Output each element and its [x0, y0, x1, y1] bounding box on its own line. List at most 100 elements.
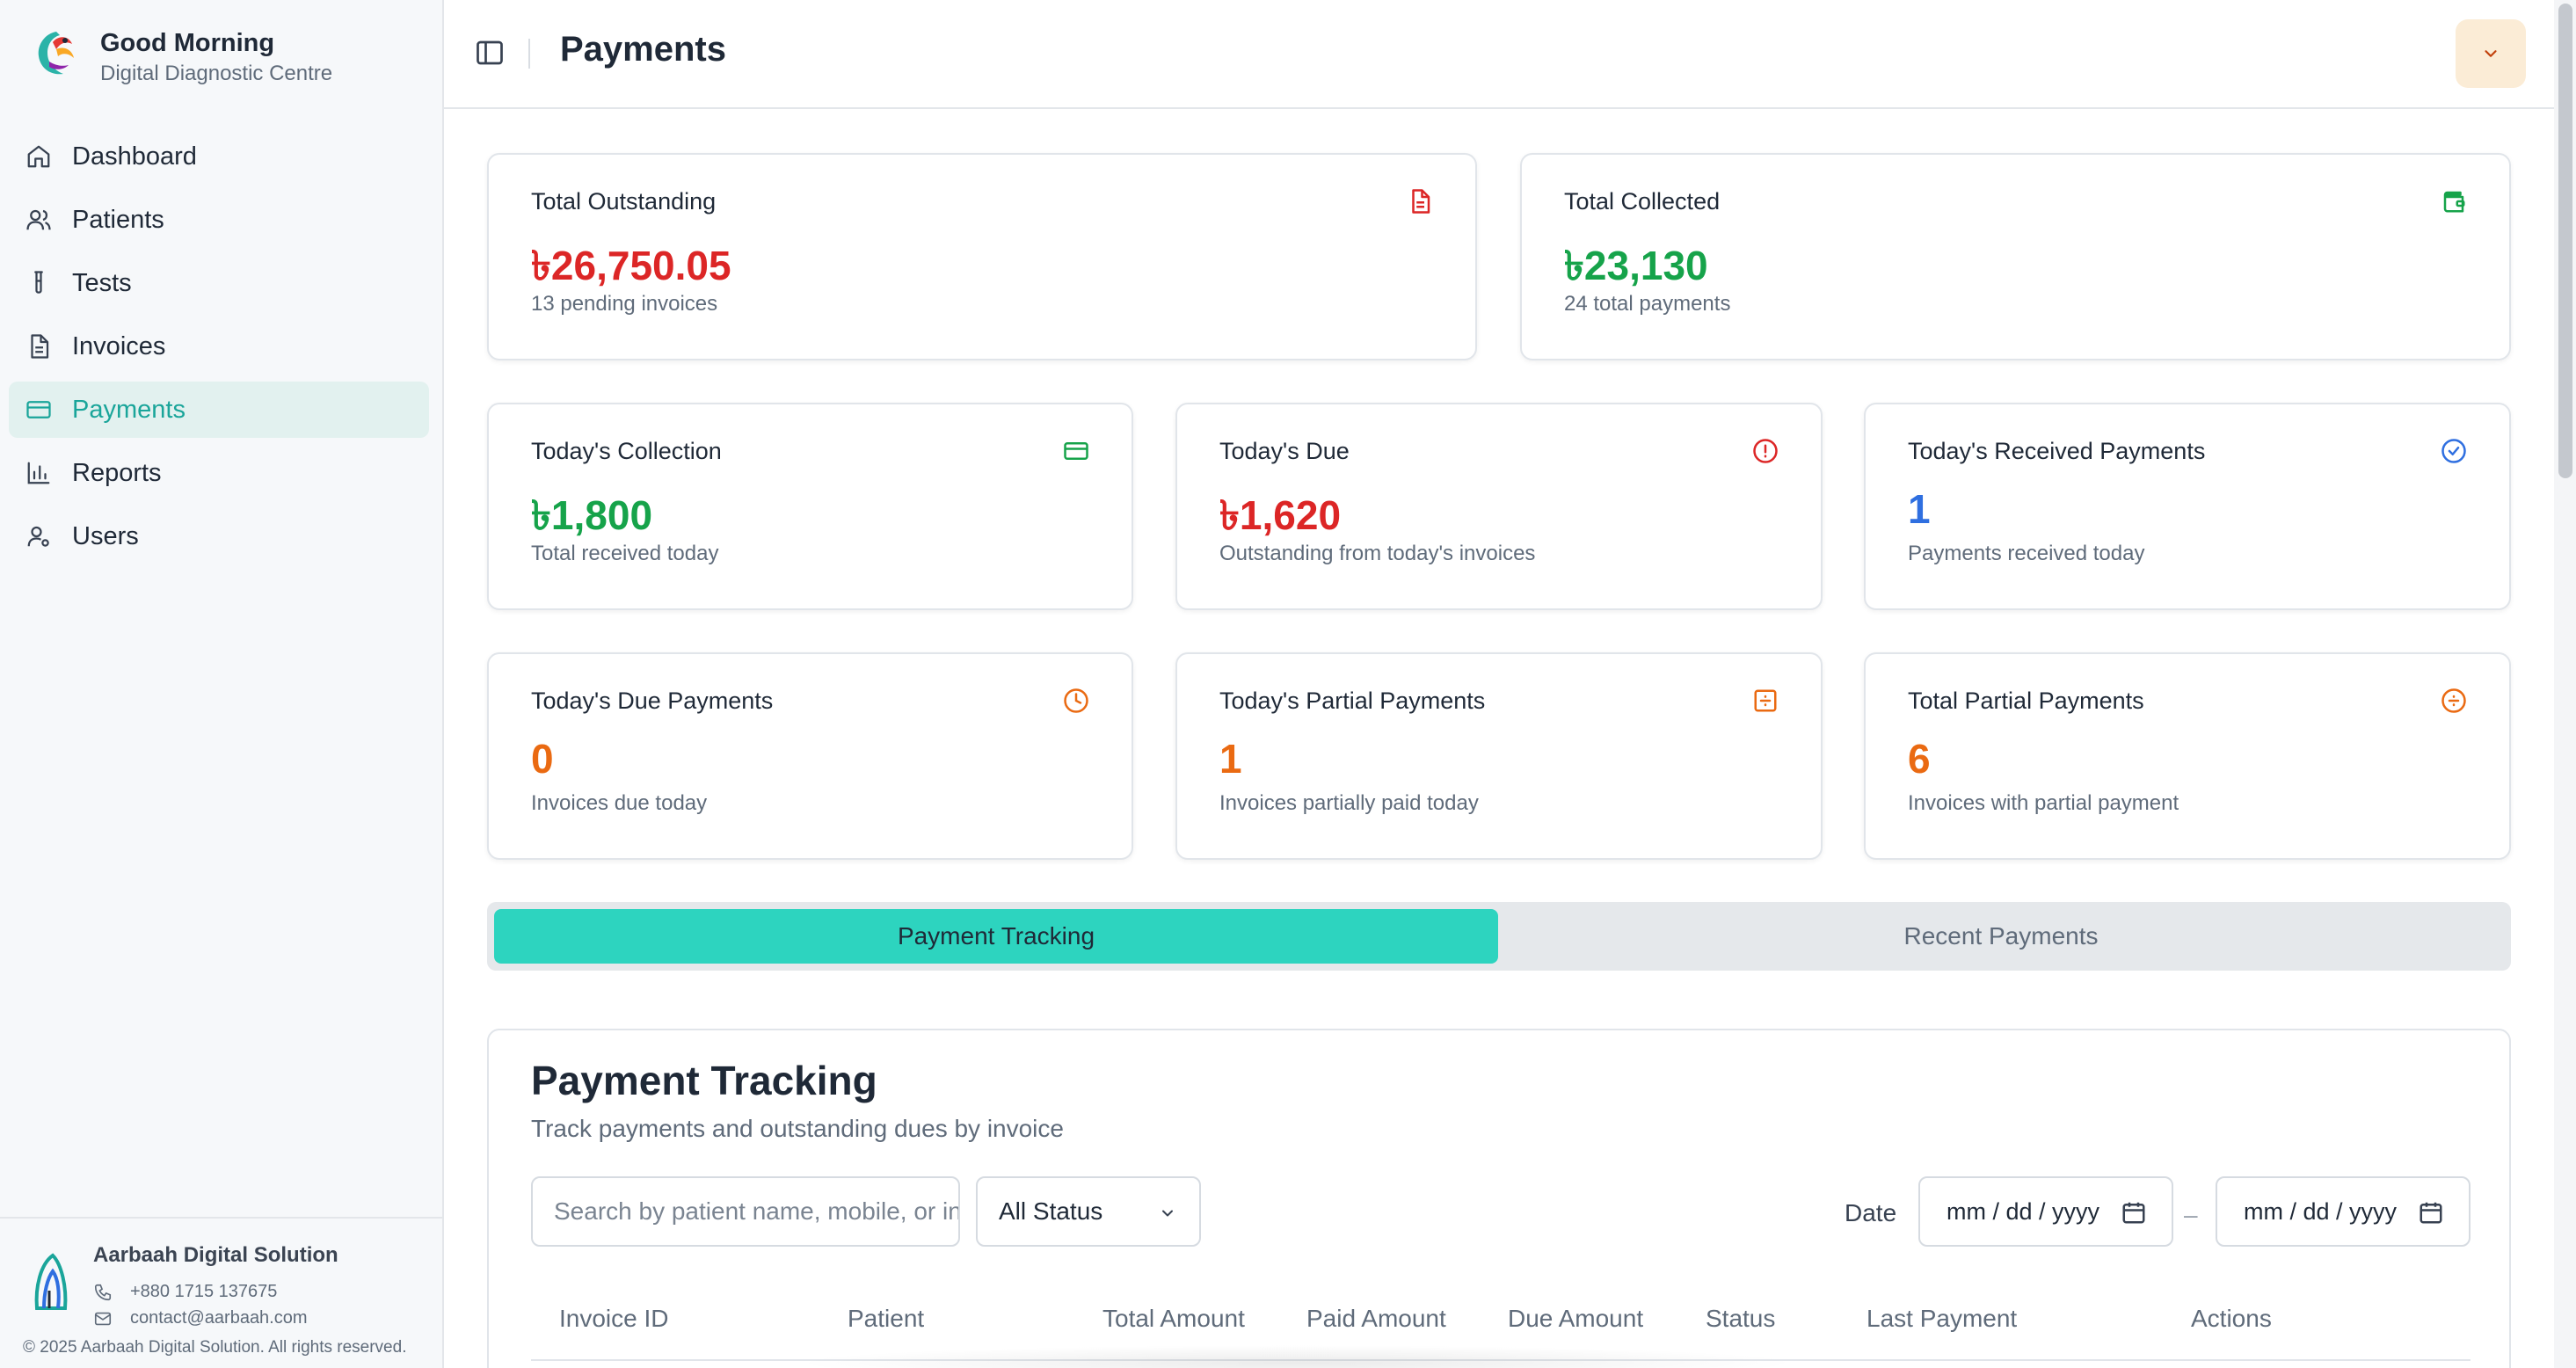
column-header-paid-amount[interactable]: Paid Amount	[1306, 1305, 1446, 1333]
card-title: Today's Received Payments	[1908, 438, 2206, 464]
column-header-last-payment[interactable]: Last Payment	[1867, 1305, 2017, 1333]
users-icon	[23, 204, 55, 236]
card-subtitle: Outstanding from today's invoices	[1219, 542, 1536, 565]
card-value: 1	[1219, 736, 1242, 782]
total-collected-card: Total Collected ৳23,130 24 total payment…	[1520, 153, 2511, 360]
sidebar-item-reports[interactable]: Reports	[9, 445, 429, 501]
bar-chart-icon	[23, 457, 55, 489]
sidebar-footer: Aarbaah Digital Solution +880 1715 13767…	[0, 1217, 442, 1368]
sidebar-item-payments[interactable]: Payments	[9, 382, 429, 438]
todays-received-card: Today's Received Payments 1 Payments rec…	[1864, 403, 2511, 610]
sidebar-item-label: Reports	[72, 458, 162, 487]
sidebar: Good Morning Digital Diagnostic Centre D…	[0, 0, 444, 1368]
footer-email: contact@aarbaah.com	[93, 1308, 308, 1328]
receipt-icon	[1754, 689, 1777, 712]
sidebar-item-label: Users	[72, 521, 139, 550]
column-header-status[interactable]: Status	[1706, 1305, 1775, 1333]
card-title: Total Outstanding	[531, 188, 717, 215]
chevron-down-icon	[1162, 1210, 1173, 1217]
scrollbar-thumb[interactable]	[2558, 4, 2572, 478]
user-menu-button[interactable]	[2456, 19, 2526, 88]
phone-icon	[94, 1284, 112, 1300]
card-title: Today's Collection	[531, 438, 722, 464]
calendar-icon[interactable]	[2418, 1199, 2444, 1226]
todays-partial-payments-card: Today's Partial Payments 1 Invoices part…	[1175, 652, 1823, 860]
company-logo-icon	[34, 1253, 68, 1310]
column-header-due-amount[interactable]: Due Amount	[1508, 1305, 1643, 1333]
home-icon	[23, 141, 55, 172]
card-subtitle: Invoices due today	[531, 791, 708, 815]
status-select[interactable]: All Status	[976, 1176, 1201, 1247]
sidebar-item-users[interactable]: Users	[9, 508, 429, 564]
total-outstanding-card: Total Outstanding ৳26,750.05 13 pending …	[487, 153, 1477, 360]
card-subtitle: Payments received today	[1908, 542, 2145, 565]
column-header-invoice-id[interactable]: Invoice ID	[559, 1305, 669, 1333]
tab-payment-tracking[interactable]: Payment Tracking	[494, 909, 1498, 964]
file-icon	[1412, 189, 1430, 214]
file-text-icon	[23, 331, 55, 362]
sidebar-item-label: Patients	[72, 205, 164, 234]
sidebar-item-tests[interactable]: Tests	[9, 255, 429, 311]
check-circle-icon	[2441, 439, 2466, 463]
tab-recent-payments[interactable]: Recent Payments	[1498, 909, 2504, 964]
sidebar-item-invoices[interactable]: Invoices	[9, 318, 429, 375]
sidebar-item-label: Payments	[72, 395, 186, 424]
date-range-separator: –	[2184, 1201, 2198, 1228]
sidebar-item-label: Tests	[72, 268, 132, 297]
test-tube-icon	[23, 267, 55, 299]
copyright: © 2025 Aarbaah Digital Solution. All rig…	[23, 1338, 407, 1357]
sidebar-item-label: Dashboard	[72, 142, 197, 171]
todays-collection-card: Today's Collection ৳1,800 Total received…	[487, 403, 1133, 610]
credit-card-icon	[1064, 442, 1088, 460]
payment-tracking-panel: Payment Tracking Track payments and outs…	[487, 1029, 2511, 1368]
brand-title: Good Morning	[100, 29, 275, 57]
brand: Good Morning Digital Diagnostic Centre	[30, 26, 332, 88]
sidebar-nav: Dashboard Patients Tests Invoices Paymen…	[9, 128, 429, 571]
card-value: 1	[1908, 486, 1931, 532]
credit-card-icon	[23, 394, 55, 426]
alert-circle-icon	[1753, 439, 1778, 463]
card-title: Today's Due	[1219, 438, 1350, 464]
card-title: Total Partial Payments	[1908, 688, 2144, 714]
brand-subtitle: Digital Diagnostic Centre	[100, 62, 333, 85]
date-from-input[interactable]: mm / dd / yyyy	[1918, 1176, 2173, 1247]
status-select-value: All Status	[999, 1197, 1103, 1225]
date-label: Date	[1845, 1199, 1897, 1226]
column-header-total-amount[interactable]: Total Amount	[1102, 1305, 1245, 1333]
card-subtitle: Invoices partially paid today	[1219, 791, 1479, 815]
column-header-patient[interactable]: Patient	[848, 1305, 924, 1333]
divide-circle-icon	[2441, 688, 2466, 713]
panel-title: Payment Tracking	[531, 1058, 877, 1103]
date-to-input[interactable]: mm / dd / yyyy	[2216, 1176, 2470, 1247]
sidebar-item-dashboard[interactable]: Dashboard	[9, 128, 429, 185]
date-to-value: mm / dd / yyyy	[2244, 1197, 2398, 1225]
payment-tabs: Payment Tracking Recent Payments	[487, 902, 2511, 971]
mail-icon	[94, 1312, 112, 1325]
phone-text: +880 1715 137675	[130, 1282, 278, 1301]
card-subtitle: 13 pending invoices	[531, 292, 718, 316]
column-header-actions[interactable]: Actions	[2191, 1305, 2272, 1333]
card-title: Total Collected	[1564, 188, 1721, 215]
card-value: 0	[531, 736, 554, 782]
todays-due-card: Today's Due ৳1,620 Outstanding from toda…	[1175, 403, 1823, 610]
page-title: Payments	[560, 30, 726, 69]
todays-due-payments-card: Today's Due Payments 0 Invoices due toda…	[487, 652, 1133, 860]
sidebar-item-patients[interactable]: Patients	[9, 192, 429, 248]
sidebar-item-label: Invoices	[72, 331, 166, 360]
search-input[interactable]	[531, 1176, 960, 1247]
email-text: contact@aarbaah.com	[130, 1308, 308, 1328]
date-from-value: mm / dd / yyyy	[1947, 1197, 2100, 1225]
card-title: Today's Due Payments	[531, 688, 774, 714]
card-title: Today's Partial Payments	[1219, 688, 1486, 714]
card-subtitle: 24 total payments	[1564, 292, 1731, 316]
chevron-down-icon	[2485, 50, 2497, 57]
card-value: 6	[1908, 736, 1931, 782]
company-name: Aarbaah Digital Solution	[93, 1243, 338, 1267]
total-partial-payments-card: Total Partial Payments 6 Invoices with p…	[1864, 652, 2511, 860]
user-cog-icon	[23, 520, 55, 552]
brand-logo-icon	[38, 32, 74, 75]
calendar-icon[interactable]	[2121, 1199, 2147, 1226]
sidebar-toggle-icon[interactable]	[474, 37, 506, 69]
scroll-shadow	[791, 1345, 1802, 1368]
footer-phone: +880 1715 137675	[93, 1282, 277, 1302]
